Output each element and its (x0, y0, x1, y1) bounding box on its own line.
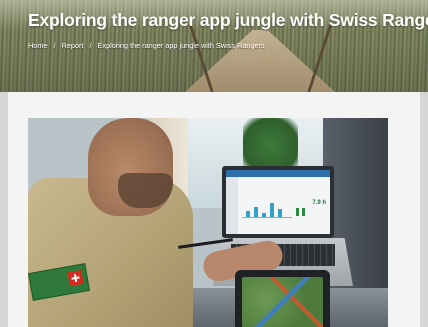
swiss-flag-icon (67, 269, 84, 287)
breadcrumb: Home / Report / Exploring the ranger app… (28, 41, 265, 50)
chart-bar (254, 207, 258, 217)
breadcrumb-current: Exploring the ranger app jungle with Swi… (97, 41, 265, 50)
status-marker (302, 208, 305, 216)
breadcrumb-home-link[interactable]: Home (28, 41, 47, 50)
breadcrumb-separator: / (53, 41, 56, 50)
breadcrumb-separator: / (89, 41, 92, 50)
chart-bar (270, 203, 274, 217)
app-sidebar (226, 177, 238, 234)
laptop: 7.9 h (222, 166, 334, 238)
breadcrumb-report-link[interactable]: Report (62, 41, 84, 50)
chart-bar (278, 209, 282, 217)
app-header-bar (226, 170, 330, 177)
app-chart (242, 196, 292, 218)
hero-banner: Exploring the ranger app jungle with Swi… (0, 0, 428, 92)
chart-bar (262, 213, 266, 217)
laptop-value: 7.9 h (312, 200, 326, 206)
laptop-screen: 7.9 h (226, 170, 330, 234)
tablet-map (242, 277, 323, 327)
chart-bar (246, 211, 250, 217)
status-marker (296, 208, 299, 216)
article-photo: 7.9 h (28, 118, 388, 327)
rugged-tablet (235, 270, 330, 327)
page-title: Exploring the ranger app jungle with Swi… (28, 10, 428, 30)
